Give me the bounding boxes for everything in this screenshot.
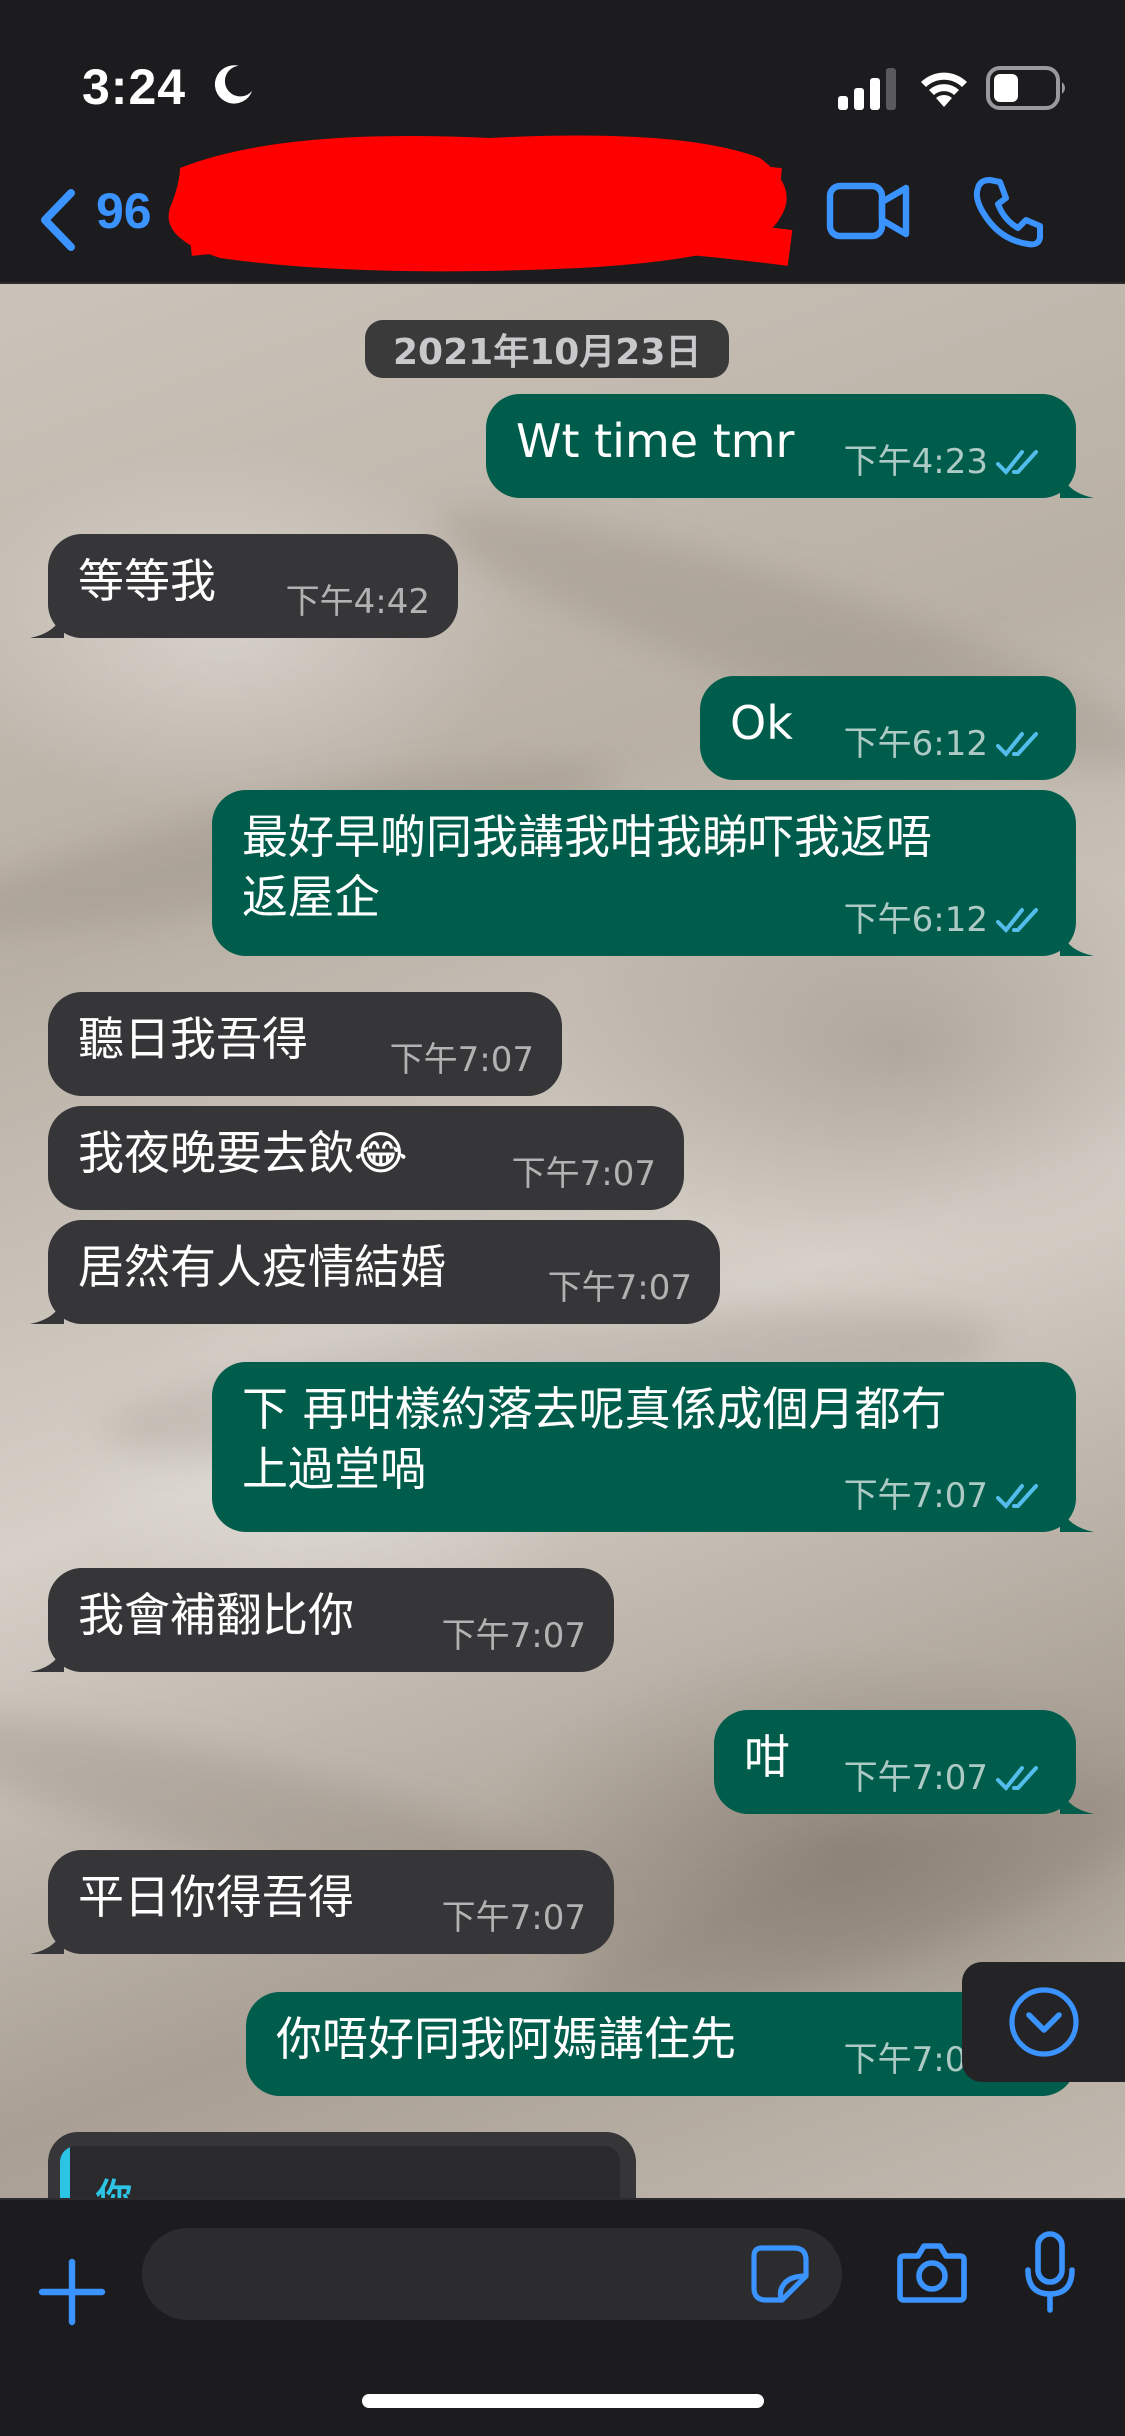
bubble-tail bbox=[30, 608, 64, 638]
message-bubble-outgoing[interactable]: Ok 下午6:12 bbox=[700, 676, 1076, 780]
message-meta: 下午7:07 bbox=[844, 1474, 1048, 1518]
bubble-tail bbox=[30, 1294, 64, 1324]
camera-icon[interactable] bbox=[896, 2240, 968, 2304]
message-meta: 下午6:12 bbox=[844, 722, 1048, 766]
home-indicator[interactable] bbox=[362, 2394, 764, 2408]
back-button[interactable] bbox=[22, 180, 92, 260]
battery-icon bbox=[986, 66, 1065, 110]
contact-name[interactable]: 96 bbox=[96, 182, 152, 240]
sticker-icon[interactable] bbox=[750, 2244, 810, 2304]
message-text: 居然有人疫情結婚 bbox=[78, 1240, 446, 1294]
date-separator: 2021年10月23日 bbox=[365, 320, 730, 378]
status-time: 3:24 bbox=[82, 59, 187, 115]
message-bubble-incoming[interactable]: 我會補翻比你 下午7:07 bbox=[30, 1568, 614, 1672]
message-meta: 下午7:07 bbox=[442, 1896, 586, 1940]
read-ticks-icon bbox=[996, 1765, 1038, 1791]
read-ticks-icon bbox=[996, 907, 1038, 933]
video-camera-icon bbox=[826, 182, 910, 240]
message-meta: 下午7:07 bbox=[548, 1266, 692, 1310]
chevron-down-circle-icon bbox=[1008, 1987, 1079, 2057]
message-time: 下午4:42 bbox=[285, 581, 430, 622]
message-bubble-outgoing[interactable]: 下 再咁樣約落去呢真係成個月都冇 上過堂喎 下午7:07 bbox=[212, 1362, 1094, 1532]
message-text: Ok bbox=[730, 696, 793, 750]
message-time: 下午7:07 bbox=[547, 1267, 692, 1308]
message-time: 下午4:23 bbox=[843, 441, 988, 482]
message-bubble-incoming[interactable]: 聽日我吾得 下午7:07 bbox=[48, 992, 562, 1096]
message-input[interactable] bbox=[142, 2228, 842, 2320]
quoted-message[interactable]: 你 bbox=[60, 2146, 620, 2198]
wifi-icon bbox=[921, 72, 967, 107]
message-time: 下午7:07 bbox=[843, 1475, 988, 1516]
message-time: 下午7:07 bbox=[441, 1897, 586, 1938]
bubble-tail bbox=[1060, 1502, 1094, 1532]
message-bubble-incoming[interactable]: 我夜晚要去飲😂 下午7:07 bbox=[48, 1106, 684, 1210]
bubble-tail bbox=[30, 1924, 64, 1954]
bubble-tail bbox=[1060, 468, 1094, 498]
plus-icon[interactable] bbox=[38, 2258, 106, 2326]
message-text: 最好早啲同我講我咁我睇吓我返唔 返屋企 bbox=[242, 810, 932, 924]
message-bubble-outgoing[interactable]: 你唔好同我阿媽講住先 下午7:07 bbox=[246, 1992, 1076, 2096]
message-meta: 下午7:07 bbox=[844, 1756, 1048, 1800]
bubble-tail bbox=[1060, 926, 1094, 956]
bubble-tail bbox=[1060, 1784, 1094, 1814]
message-time: 下午6:12 bbox=[843, 723, 988, 764]
message-meta: 下午4:23 bbox=[844, 440, 1048, 484]
read-ticks-icon bbox=[996, 731, 1038, 757]
reply-message-bubble[interactable]: 你 bbox=[48, 2132, 636, 2198]
message-meta: 下午7:07 bbox=[442, 1614, 586, 1658]
scroll-to-bottom-button[interactable] bbox=[962, 1962, 1125, 2082]
message-meta: 下午7:07 bbox=[512, 1152, 656, 1196]
message-time: 下午6:12 bbox=[843, 899, 988, 940]
message-text: 平日你得吾得 bbox=[78, 1870, 354, 1924]
chat-area[interactable]: 2021年10月23日 Wt time tmr 下午4:23 等等我 下午4:4… bbox=[0, 284, 1125, 2198]
quote-accent-bar bbox=[60, 2146, 70, 2198]
message-text: 你唔好同我阿媽講住先 bbox=[276, 2012, 736, 2066]
moon-icon bbox=[214, 65, 253, 104]
message-time: 下午7:07 bbox=[511, 1153, 656, 1194]
message-bubble-outgoing[interactable]: Wt time tmr 下午4:23 bbox=[486, 394, 1094, 498]
message-text: 聽日我吾得 bbox=[78, 1012, 308, 1066]
phone-icon bbox=[973, 177, 1043, 248]
message-bubble-incoming[interactable]: 等等我 下午4:42 bbox=[30, 534, 458, 638]
microphone-icon[interactable] bbox=[1022, 2230, 1078, 2314]
quoted-author: 你 bbox=[96, 2177, 133, 2198]
message-time: 下午7:07 bbox=[441, 1615, 586, 1656]
message-text: 我會補翻比你 bbox=[78, 1588, 354, 1642]
message-text: 我夜晚要去飲😂 bbox=[78, 1126, 408, 1180]
voice-call-button[interactable] bbox=[972, 174, 1044, 250]
message-bubble-incoming[interactable]: 平日你得吾得 下午7:07 bbox=[30, 1850, 614, 1954]
message-text: 等等我 bbox=[78, 554, 216, 608]
chevron-left-icon bbox=[41, 189, 75, 251]
video-call-button[interactable] bbox=[826, 176, 912, 246]
message-text: 咁 bbox=[744, 1730, 790, 1784]
message-time: 下午7:07 bbox=[843, 1757, 988, 1798]
message-text: Wt time tmr bbox=[516, 414, 795, 468]
read-ticks-icon bbox=[996, 449, 1038, 475]
message-meta: 下午6:12 bbox=[844, 898, 1048, 942]
whatsapp-chat-screen: 3:24 96 2021年10月23日 Wt time tmr 下午4:23 等… bbox=[0, 0, 1125, 2436]
message-text: 下 再咁樣約落去呢真係成個月都冇 上過堂喎 bbox=[242, 1382, 947, 1496]
cellular-signal-icon bbox=[838, 68, 896, 110]
message-time: 下午7:07 bbox=[389, 1039, 534, 1080]
read-ticks-icon bbox=[996, 1483, 1038, 1509]
message-bubble-outgoing[interactable]: 咁 下午7:07 bbox=[714, 1710, 1094, 1814]
message-bubble-outgoing[interactable]: 最好早啲同我講我咁我睇吓我返唔 返屋企 下午6:12 bbox=[212, 790, 1094, 956]
bubble-tail bbox=[30, 1642, 64, 1672]
redaction-scribble bbox=[168, 135, 793, 272]
message-meta: 下午4:42 bbox=[286, 580, 430, 624]
message-bubble-incoming[interactable]: 居然有人疫情結婚 下午7:07 bbox=[30, 1220, 720, 1324]
top-bar: 3:24 96 bbox=[0, 0, 1125, 284]
message-meta: 下午7:07 bbox=[390, 1038, 534, 1082]
